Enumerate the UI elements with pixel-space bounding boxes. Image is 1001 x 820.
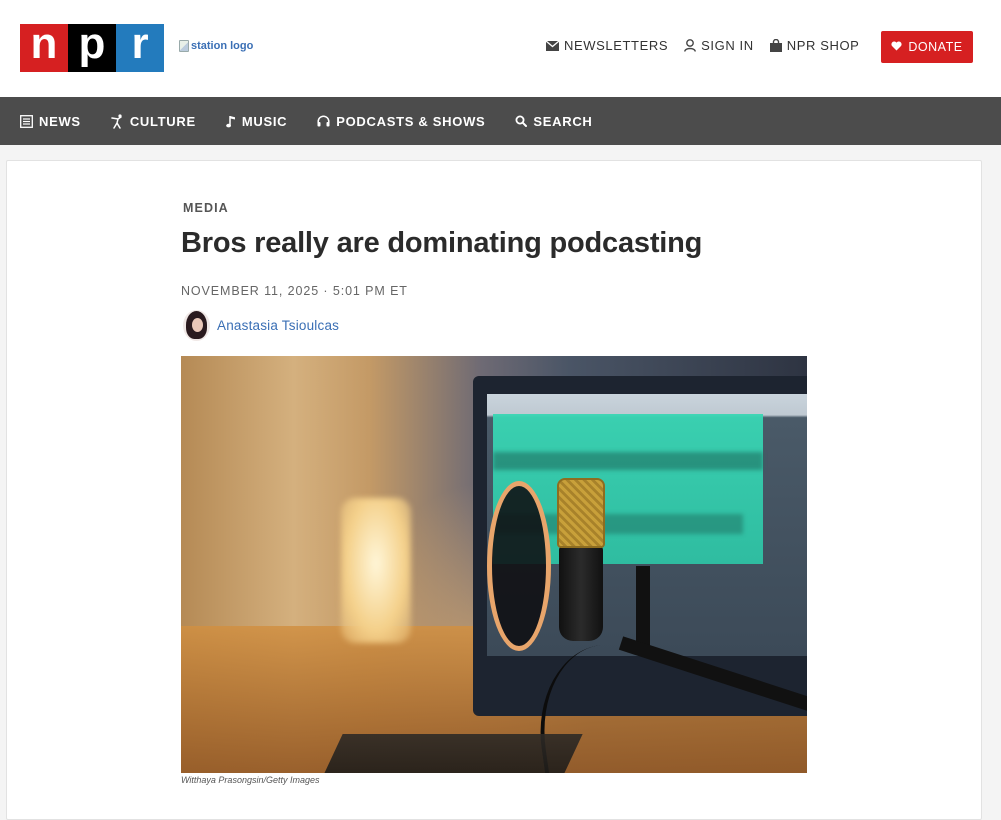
utility-nav: NEWSLETTERS SIGN IN NPR SHOP [546,38,875,53]
author-avatar[interactable] [183,310,210,341]
donate-button[interactable]: DONATE [881,31,973,63]
nav-music-label: MUSIC [241,113,288,129]
npr-shop-label: NPR SHOP [786,38,860,53]
nav-search-label: SEARCH [533,113,593,129]
envelope-icon [546,40,559,51]
image-waveform-track1 [493,452,763,470]
heart-icon [891,40,902,54]
shopping-bag-icon [769,39,782,52]
image-credit: Witthaya Prasongsin/Getty Images [181,775,320,785]
article-lead-image[interactable] [181,356,807,773]
music-note-icon [226,115,236,128]
avatar-face [192,318,203,332]
image-mic-body [559,546,603,641]
npr-shop-link[interactable]: NPR SHOP [769,38,860,53]
byline: Anastasia Tsioulcas [183,310,339,341]
nav-news[interactable]: NEWS [20,114,81,129]
image-mic-arm-vertical [636,566,650,646]
nav-podcasts-label: PODCASTS & SHOWS [336,113,486,129]
nav-culture[interactable]: CULTURE [111,114,196,129]
search-icon [515,115,528,127]
npr-logo[interactable]: n p r [20,22,164,72]
nav-podcasts-shows[interactable]: PODCASTS & SHOWS [317,114,485,129]
author-link[interactable]: Anastasia Tsioulcas [217,318,339,333]
image-keyboard [319,734,583,773]
main-nav: NEWS CULTURE MUSIC PODCASTS & SHOWS SEAR… [0,97,1001,145]
broken-image-icon [179,40,189,52]
npr-logo-p: p [68,22,116,72]
image-mic-head [557,478,605,548]
newspaper-icon [20,114,33,128]
nav-culture-label: CULTURE [129,113,196,129]
article-headline: Bros really are dominating podcasting [181,227,703,259]
donate-label: DONATE [908,40,963,54]
npr-logo-r: r [116,22,164,72]
sign-in-link[interactable]: SIGN IN [684,38,754,53]
newsletters-link[interactable]: NEWSLETTERS [546,38,668,53]
article-slug-link[interactable]: MEDIA [183,201,229,215]
station-logo-link[interactable]: station logo [179,40,253,52]
article-dateline: NOVEMBER 11, 2025 · 5:01 PM ET [181,284,408,298]
newsletters-label: NEWSLETTERS [564,38,669,53]
nav-search[interactable]: SEARCH [515,114,592,129]
npr-logo-n: n [20,22,68,72]
nav-news-label: NEWS [39,113,81,129]
station-logo-alt-text: station logo [191,40,254,52]
image-pop-filter [487,481,551,651]
site-header: n p r station logo NEWSLETTERS SIGN IN N… [0,0,1001,97]
sign-in-label: SIGN IN [701,38,754,53]
image-lamp [341,498,411,643]
user-icon [684,39,697,52]
dancer-icon [111,113,124,129]
headphones-icon [317,115,330,127]
nav-music[interactable]: MUSIC [226,114,287,129]
